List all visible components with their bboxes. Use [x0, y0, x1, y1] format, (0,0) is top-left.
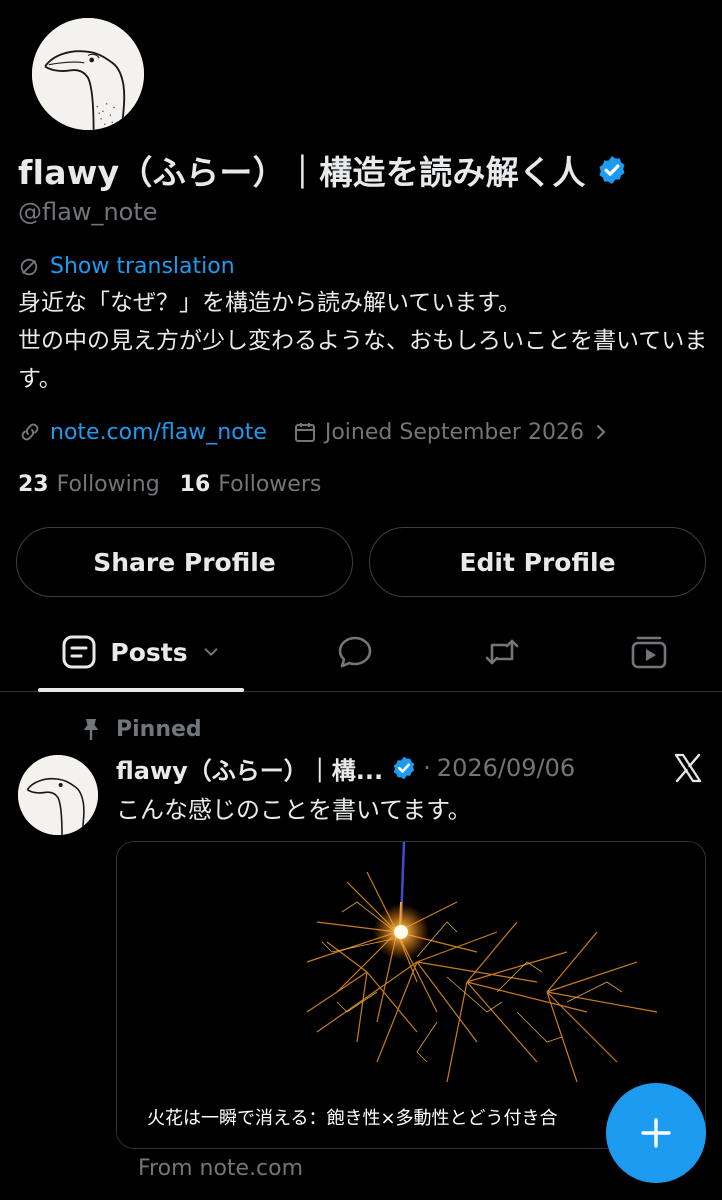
tab-media[interactable] [624, 612, 674, 692]
show-translation-link[interactable]: Show translation [18, 254, 235, 279]
media-icon [631, 636, 667, 669]
display-name: flawy（ふらー）｜構造を読み解く人 [18, 153, 586, 192]
compose-post-button[interactable] [606, 1083, 706, 1183]
plus-icon [641, 1118, 671, 1148]
verified-badge-icon[interactable] [596, 154, 628, 186]
separator-dot: · [423, 754, 431, 782]
calendar-icon [294, 423, 315, 442]
pinned-label: Pinned [116, 716, 202, 742]
repost-icon [485, 639, 519, 665]
tab-posts[interactable]: Posts [38, 612, 244, 692]
following-label[interactable]: Following [57, 472, 160, 497]
profile-name-row: flawy（ふらー）｜構造を読み解く人 [18, 146, 628, 194]
profile-bio: 身近な「なぜ？」を構造から読み解いています。 世の中の見え方が少し変わるような、… [18, 290, 708, 392]
active-tab-indicator [38, 688, 244, 692]
translate-icon [20, 258, 38, 275]
profile-website-link[interactable]: note.com/flaw_note [50, 420, 267, 445]
chevron-right-icon[interactable] [594, 423, 608, 441]
profile-avatar[interactable] [28, 14, 148, 134]
reply-icon [338, 636, 372, 668]
lizard-avatar-image [18, 755, 98, 835]
post-author-avatar[interactable] [18, 755, 98, 835]
profile-handle: @flaw_note [18, 198, 158, 226]
tab-reposts[interactable] [477, 612, 527, 692]
link-icon [21, 423, 39, 441]
link-source: From note.com [138, 1156, 304, 1181]
pinned-indicator: Pinned [80, 712, 202, 746]
link-card-caption: 火花は一瞬で消える：飽き性×多動性とどう付き合 [147, 1108, 558, 1129]
tab-replies[interactable] [330, 612, 380, 692]
post-date[interactable]: 2026/09/06 [437, 754, 575, 782]
tab-posts-label: Posts [110, 637, 188, 667]
chevron-down-icon[interactable] [202, 643, 220, 661]
followers-label[interactable]: Followers [218, 472, 321, 497]
followers-count[interactable]: 16 [180, 472, 211, 497]
x-logo-icon[interactable] [672, 752, 704, 784]
posts-icon [62, 635, 96, 669]
following-count[interactable]: 23 [18, 472, 49, 497]
joined-date[interactable]: Joined September 2026 [325, 420, 584, 445]
profile-meta-row: note.com/flaw_note Joined September 2026 [18, 412, 608, 452]
pin-icon [83, 719, 99, 740]
edit-profile-button[interactable]: Edit Profile [369, 527, 706, 597]
post-text: こんな感じのことを書いてます。 [116, 796, 472, 824]
profile-tabs: Posts [0, 612, 722, 692]
follow-stats: 23 Following 16 Followers [18, 466, 341, 502]
verified-badge-icon [393, 756, 415, 780]
post-author-name[interactable]: flawy（ふらー）｜構... [116, 751, 383, 786]
show-translation-label: Show translation [50, 254, 235, 279]
lizard-avatar-image [32, 18, 144, 130]
share-profile-button[interactable]: Share Profile [16, 527, 353, 597]
post-header: flawy（ふらー）｜構... · 2026/09/06 [116, 748, 575, 788]
